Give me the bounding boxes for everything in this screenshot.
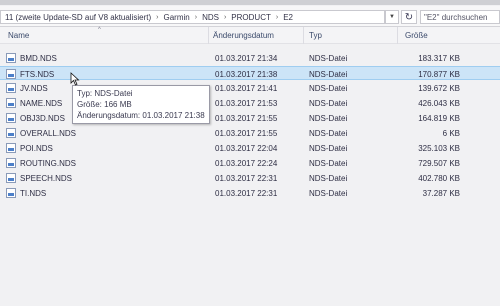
file-date: 01.03.2017 21:41 <box>215 84 278 93</box>
file-type: NDS-Datei <box>309 70 348 79</box>
file-type: NDS-Datei <box>309 84 348 93</box>
column-divider[interactable] <box>303 27 304 44</box>
breadcrumb-item-garmin[interactable]: Garmin <box>159 13 193 22</box>
file-size: 325.103 KB <box>418 144 460 153</box>
file-type: NDS-Datei <box>309 129 348 138</box>
file-icon <box>6 128 16 138</box>
file-size: 164.819 KB <box>418 114 460 123</box>
breadcrumb-item-e2[interactable]: E2 <box>279 13 297 22</box>
file-name: NAME.NDS <box>20 99 63 108</box>
file-icon <box>6 143 16 153</box>
breadcrumb-item-sd[interactable]: 11 (zweite Update-SD auf V8 aktualisiert… <box>1 13 155 22</box>
file-icon <box>6 83 16 93</box>
list-item[interactable]: TI.NDS 01.03.2017 22:31 NDS-Datei 37.287… <box>0 186 500 200</box>
column-header-date[interactable]: Änderungsdatum <box>213 31 274 40</box>
column-divider[interactable] <box>397 27 398 44</box>
file-size: 37.287 KB <box>422 189 460 198</box>
file-date: 01.03.2017 22:04 <box>215 144 278 153</box>
column-header-name[interactable]: Name <box>8 31 29 40</box>
address-bar: 11 (zweite Update-SD auf V8 aktualisiert… <box>0 6 500 27</box>
file-name: SPEECH.NDS <box>20 174 73 183</box>
file-name: TI.NDS <box>20 189 47 198</box>
column-header-row: ^ Name Änderungsdatum Typ Größe <box>0 27 500 44</box>
breadcrumb-item-product[interactable]: PRODUCT <box>227 13 275 22</box>
mouse-cursor-icon <box>70 72 80 86</box>
file-icon <box>6 158 16 168</box>
list-item[interactable]: ROUTING.NDS 01.03.2017 22:24 NDS-Datei 7… <box>0 156 500 170</box>
tooltip-modified: Änderungsdatum: 01.03.2017 21:38 <box>77 111 205 120</box>
file-icon <box>6 113 16 123</box>
column-header-type[interactable]: Typ <box>309 31 322 40</box>
file-name: FTS.NDS <box>20 70 55 79</box>
file-name: POI.NDS <box>20 144 53 153</box>
file-type: NDS-Datei <box>309 99 348 108</box>
file-date: 01.03.2017 21:34 <box>215 54 278 63</box>
file-size: 6 KB <box>442 129 460 138</box>
file-size: 183.317 KB <box>418 54 460 63</box>
window-title-strip <box>0 0 500 5</box>
tooltip-type: Typ: NDS-Datei <box>77 89 133 98</box>
file-type: NDS-Datei <box>309 174 348 183</box>
file-date: 01.03.2017 22:31 <box>215 189 278 198</box>
file-icon <box>6 53 16 63</box>
file-name: JV.NDS <box>20 84 48 93</box>
file-date: 01.03.2017 21:53 <box>215 99 278 108</box>
breadcrumb[interactable]: 11 (zweite Update-SD auf V8 aktualisiert… <box>0 10 385 24</box>
list-item[interactable]: OVERALL.NDS 01.03.2017 21:55 NDS-Datei 6… <box>0 126 500 140</box>
file-name: OBJ3D.NDS <box>20 114 65 123</box>
file-date: 01.03.2017 21:55 <box>215 114 278 123</box>
file-name: ROUTING.NDS <box>20 159 76 168</box>
file-type: NDS-Datei <box>309 189 348 198</box>
chevron-down-icon[interactable]: ▼ <box>385 10 399 24</box>
file-date: 01.03.2017 21:38 <box>215 70 278 79</box>
file-name: BMD.NDS <box>20 54 57 63</box>
file-type: NDS-Datei <box>309 144 348 153</box>
file-info-tooltip: Typ: NDS-Datei Größe: 166 MB Änderungsda… <box>72 85 210 124</box>
file-icon <box>6 69 16 79</box>
search-input[interactable]: "E2" durchsuchen <box>420 10 500 24</box>
file-size: 402.780 KB <box>418 174 460 183</box>
file-size: 426.043 KB <box>418 99 460 108</box>
file-name: OVERALL.NDS <box>20 129 77 138</box>
file-date: 01.03.2017 22:24 <box>215 159 278 168</box>
file-type: NDS-Datei <box>309 54 348 63</box>
file-date: 01.03.2017 22:31 <box>215 174 278 183</box>
list-item[interactable]: BMD.NDS 01.03.2017 21:34 NDS-Datei 183.3… <box>0 51 500 65</box>
list-item[interactable]: SPEECH.NDS 01.03.2017 22:31 NDS-Datei 40… <box>0 171 500 185</box>
file-type: NDS-Datei <box>309 114 348 123</box>
file-size: 170.877 KB <box>418 70 460 79</box>
file-size: 139.672 KB <box>418 84 460 93</box>
file-type: NDS-Datei <box>309 159 348 168</box>
sort-up-icon: ^ <box>98 27 101 33</box>
file-size: 729.507 KB <box>418 159 460 168</box>
file-icon <box>6 188 16 198</box>
list-item[interactable]: POI.NDS 01.03.2017 22:04 NDS-Datei 325.1… <box>0 141 500 155</box>
tooltip-size: Größe: 166 MB <box>77 100 132 109</box>
column-header-size[interactable]: Größe <box>405 31 428 40</box>
breadcrumb-item-nds[interactable]: NDS <box>198 13 223 22</box>
file-date: 01.03.2017 21:55 <box>215 129 278 138</box>
file-icon <box>6 98 16 108</box>
column-divider[interactable] <box>208 27 209 44</box>
file-icon <box>6 173 16 183</box>
refresh-icon[interactable]: ↻ <box>401 10 417 24</box>
